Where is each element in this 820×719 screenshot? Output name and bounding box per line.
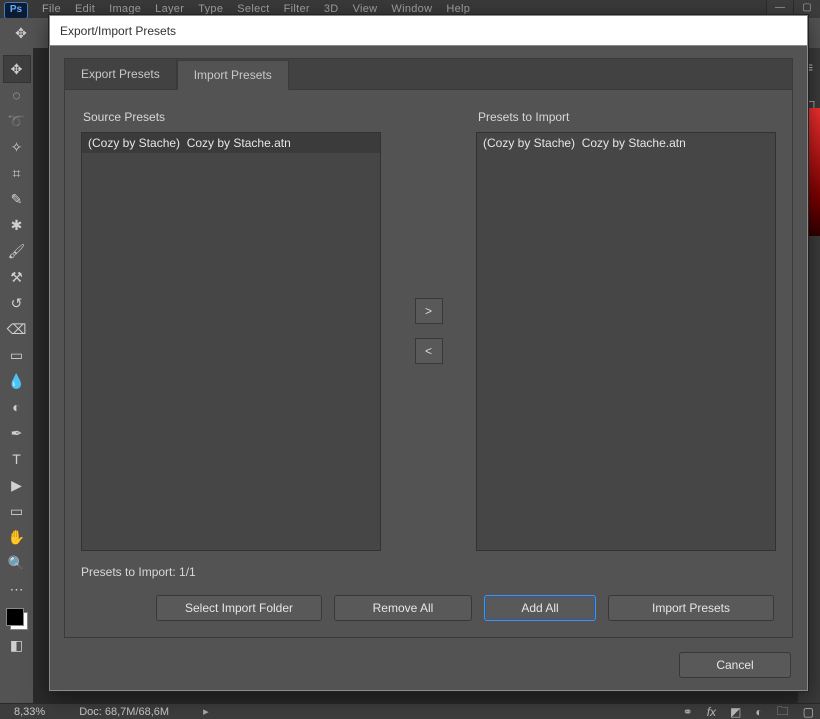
eraser-tool-icon[interactable]: ⌫: [4, 316, 30, 342]
status-zoom[interactable]: 8,33%: [14, 706, 45, 718]
source-presets-label: Source Presets: [81, 110, 381, 124]
menu-image[interactable]: Image: [109, 3, 141, 15]
move-left-button[interactable]: <: [415, 338, 443, 364]
menu-edit[interactable]: Edit: [75, 3, 95, 15]
mask-icon[interactable]: ◩: [730, 705, 741, 719]
clone-stamp-tool-icon[interactable]: ⚒: [4, 264, 30, 290]
presets-count-label: Presets to Import: 1/1: [81, 565, 776, 579]
move-tool-icon[interactable]: ✥: [4, 56, 30, 82]
tab-content-import: Source Presets (Cozy by Stache) Cozy by …: [65, 90, 792, 637]
presets-to-import-column: Presets to Import (Cozy by Stache) Cozy …: [476, 110, 776, 551]
menu-type[interactable]: Type: [198, 3, 223, 15]
remove-all-button[interactable]: Remove All: [334, 595, 472, 621]
presets-to-import-label: Presets to Import: [476, 110, 776, 124]
more-tools-icon[interactable]: ⋯: [4, 576, 30, 602]
menu-filter[interactable]: Filter: [284, 3, 310, 15]
tab-label: Import Presets: [194, 68, 272, 82]
select-import-folder-button[interactable]: Select Import Folder: [156, 595, 322, 621]
app-badge: Ps: [4, 2, 28, 19]
action-buttons-row: Select Import Folder Remove All Add All …: [81, 595, 776, 621]
export-import-presets-dialog: Export/Import Presets Export Presets Imp…: [49, 15, 808, 691]
menu-file[interactable]: File: [42, 3, 61, 15]
menu-window[interactable]: Window: [391, 3, 432, 15]
menu-select[interactable]: Select: [237, 3, 269, 15]
dodge-tool-icon[interactable]: ◐: [4, 394, 30, 420]
fx-icon[interactable]: fx: [707, 705, 716, 719]
tab-panel: Export Presets Import Presets Source Pre…: [64, 58, 793, 638]
healing-brush-tool-icon[interactable]: ✱: [4, 212, 30, 238]
tab-import-presets[interactable]: Import Presets: [177, 60, 289, 90]
crop-tool-icon[interactable]: ⌗: [4, 160, 30, 186]
folder-icon[interactable]: 🗀: [777, 702, 789, 719]
blur-tool-icon[interactable]: 💧: [4, 368, 30, 394]
tab-strip: Export Presets Import Presets: [65, 59, 792, 90]
menu-help[interactable]: Help: [446, 3, 470, 15]
dialog-title: Export/Import Presets: [50, 16, 807, 46]
dialog-title-text: Export/Import Presets: [60, 24, 176, 38]
import-presets-button[interactable]: Import Presets: [608, 595, 774, 621]
menu-3d[interactable]: 3D: [324, 3, 339, 15]
menu-view[interactable]: View: [353, 3, 378, 15]
cancel-button[interactable]: Cancel: [679, 652, 791, 678]
move-right-button[interactable]: >: [415, 298, 443, 324]
color-swatches[interactable]: [4, 606, 30, 632]
lasso-tool-icon[interactable]: ➰: [4, 108, 30, 134]
hand-tool-icon[interactable]: ✋: [4, 524, 30, 550]
gradient-tool-icon[interactable]: ▭: [4, 342, 30, 368]
path-selection-tool-icon[interactable]: ▶: [4, 472, 30, 498]
tools-panel: ✥ ◌ ➰ ✧ ⌗ ✎ ✱ 🖌 ⚒ ↺ ⌫ ▭ 💧 ◐ ✒ T ▶ ▭ ✋ 🔍 …: [0, 48, 34, 703]
source-presets-listbox[interactable]: (Cozy by Stache) Cozy by Stache.atn: [81, 132, 381, 551]
list-item[interactable]: (Cozy by Stache) Cozy by Stache.atn: [477, 133, 775, 153]
presets-to-import-listbox[interactable]: (Cozy by Stache) Cozy by Stache.atn: [476, 132, 776, 551]
panel-icon[interactable]: ▢: [803, 705, 814, 719]
link-icon[interactable]: ⚭: [683, 705, 693, 719]
zoom-tool-icon[interactable]: 🔍: [4, 550, 30, 576]
rectangle-tool-icon[interactable]: ▭: [4, 498, 30, 524]
list-item[interactable]: (Cozy by Stache) Cozy by Stache.atn: [82, 133, 380, 153]
history-brush-tool-icon[interactable]: ↺: [4, 290, 30, 316]
move-tool-icon: ✥: [12, 24, 30, 42]
tab-export-presets[interactable]: Export Presets: [65, 59, 177, 89]
marquee-tool-icon[interactable]: ◌: [4, 82, 30, 108]
eyedropper-tool-icon[interactable]: ✎: [4, 186, 30, 212]
status-caret-icon[interactable]: ▸: [203, 705, 209, 718]
adjust-icon[interactable]: ◐: [755, 705, 762, 719]
tab-label: Export Presets: [81, 67, 160, 81]
dialog-footer: Cancel: [64, 652, 793, 678]
status-doc: Doc: 68,7M/68,6M: [79, 706, 169, 718]
pen-tool-icon[interactable]: ✒: [4, 420, 30, 446]
status-bar: 8,33% Doc: 68,7M/68,6M ▸ ⚭ fx ◩ ◐ 🗀 ▢: [0, 703, 820, 719]
add-all-button[interactable]: Add All: [484, 595, 596, 621]
menu-layer[interactable]: Layer: [155, 3, 184, 15]
type-tool-icon[interactable]: T: [4, 446, 30, 472]
quick-mask-icon[interactable]: ◧: [4, 632, 30, 658]
move-buttons-column: > <: [381, 110, 476, 551]
foreground-color-swatch[interactable]: [6, 608, 24, 626]
magic-wand-tool-icon[interactable]: ✧: [4, 134, 30, 160]
source-presets-column: Source Presets (Cozy by Stache) Cozy by …: [81, 110, 381, 551]
brush-tool-icon[interactable]: 🖌: [4, 238, 30, 264]
